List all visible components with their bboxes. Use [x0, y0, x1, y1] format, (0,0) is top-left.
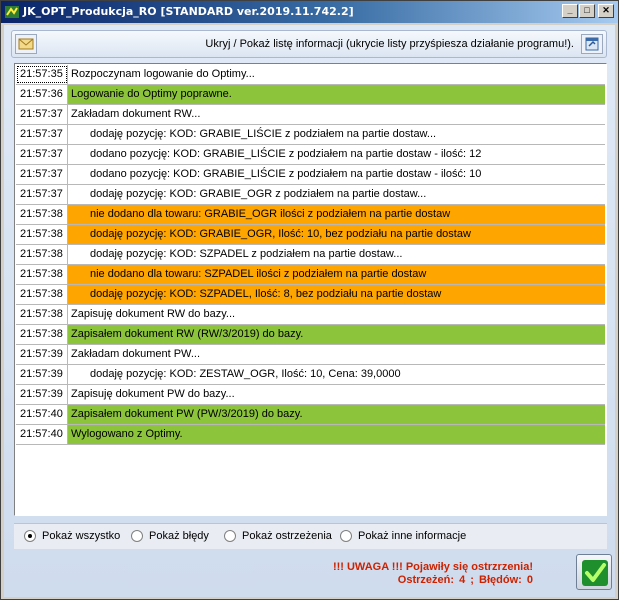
- filter-label: Pokaż ostrzeżenia: [242, 530, 332, 542]
- warnings-label: Ostrzeżeń:: [397, 574, 455, 586]
- log-message: dodaję pozycję: KOD: SZPADEL, Ilość: 8, …: [68, 285, 605, 304]
- radio-icon[interactable]: [224, 530, 236, 542]
- log-message: dodaję pozycję: KOD: SZPADEL z podziałem…: [68, 245, 605, 264]
- log-row[interactable]: 21:57:38 dodaję pozycję: KOD: SZPADEL, Il…: [16, 285, 605, 305]
- radio-icon[interactable]: [340, 530, 352, 542]
- errors-count: 0: [526, 574, 533, 586]
- log-message: dodaję pozycję: KOD: ZESTAW_OGR, Ilość: …: [68, 365, 605, 384]
- log-time: 21:57:37: [16, 185, 68, 204]
- log-row[interactable]: 21:57:37 dodaję pozycję: KOD: GRABIE_LIŚC…: [16, 125, 605, 145]
- log-time: 21:57:39: [16, 345, 68, 364]
- log-row[interactable]: 21:57:38 Zapisałem dokument RW (RW/3/2019…: [16, 325, 605, 345]
- log-message: Zapisałem dokument RW (RW/3/2019) do baz…: [68, 325, 605, 344]
- log-message: dodaję pozycję: KOD: GRABIE_OGR, Ilość: …: [68, 225, 605, 244]
- warnings-count: 4: [459, 574, 466, 586]
- envelope-icon[interactable]: [15, 34, 37, 54]
- log-time: 21:57:39: [16, 385, 68, 404]
- log-time: 21:57:35: [16, 65, 68, 84]
- log-message: Zapisałem dokument PW (PW/3/2019) do baz…: [68, 405, 605, 424]
- log-message: Zakładam dokument PW...: [68, 345, 605, 364]
- log-row[interactable]: 21:57:37 dodano pozycję: KOD: GRABIE_LIŚC…: [16, 165, 605, 185]
- info-toolbar[interactable]: Ukryj / Pokaż listę informacji (ukrycie …: [11, 30, 607, 58]
- log-message: Rozpoczynam logowanie do Optimy...: [68, 65, 605, 84]
- log-row[interactable]: 21:57:39 Zakładam dokument PW...: [16, 345, 605, 365]
- log-message: Zapisuję dokument RW do bazy...: [68, 305, 605, 324]
- log-row[interactable]: 21:57:38 nie dodano dla towaru: SZPADEL i…: [16, 265, 605, 285]
- log-message: dodano pozycję: KOD: GRABIE_LIŚCIE z pod…: [68, 145, 605, 164]
- filter-show-errors[interactable]: Pokaż błędy: [131, 530, 209, 542]
- radio-icon[interactable]: [24, 530, 36, 542]
- log-row[interactable]: 21:57:36 Logowanie do Optimy poprawne.: [16, 85, 605, 105]
- log-row[interactable]: 21:57:35 Rozpoczynam logowanie do Optimy.…: [16, 65, 605, 85]
- log-rows: 21:57:35 Rozpoczynam logowanie do Optimy.…: [16, 65, 605, 445]
- log-time: 21:57:37: [16, 125, 68, 144]
- log-row[interactable]: 21:57:39 Zapisuję dokument PW do bazy...: [16, 385, 605, 405]
- log-row[interactable]: 21:57:40 Wylogowano z Optimy.: [16, 425, 605, 445]
- radio-icon[interactable]: [131, 530, 143, 542]
- minimize-button[interactable]: _: [562, 4, 578, 18]
- errors-label: Błędów:: [479, 574, 522, 586]
- toggle-info-label[interactable]: Ukryj / Pokaż listę informacji (ukrycie …: [205, 38, 574, 50]
- log-list[interactable]: 21:57:35 Rozpoczynam logowanie do Optimy.…: [14, 63, 607, 516]
- log-row[interactable]: 21:57:38 dodaję pozycję: KOD: GRABIE_OGR,…: [16, 225, 605, 245]
- filter-show-all[interactable]: Pokaż wszystko: [24, 530, 120, 542]
- checkmark-icon: [582, 560, 608, 586]
- log-time: 21:57:36: [16, 85, 68, 104]
- log-time: 21:57:38: [16, 325, 68, 344]
- summary-separator: ;: [470, 574, 474, 586]
- app-window: JK_OPT_Produkcja_RO [STANDARD ver.2019.1…: [0, 0, 619, 600]
- log-message: Zakładam dokument RW...: [68, 105, 605, 124]
- filter-bar: Pokaż wszystko Pokaż błędy Pokaż ostrzeż…: [14, 523, 607, 549]
- log-row[interactable]: 21:57:38 nie dodano dla towaru: GRABIE_OG…: [16, 205, 605, 225]
- warning-message: !!! UWAGA !!! Pojawiły się ostrzrzenia!: [332, 561, 533, 573]
- log-time: 21:57:38: [16, 305, 68, 324]
- warning-summary: Ostrzeżeń: 4 ; Błędów: 0: [396, 574, 533, 586]
- log-time: 21:57:37: [16, 165, 68, 184]
- log-time: 21:57:38: [16, 285, 68, 304]
- log-row[interactable]: 21:57:37 Zakładam dokument RW...: [16, 105, 605, 125]
- filter-label: Pokaż wszystko: [42, 530, 121, 542]
- filter-show-other[interactable]: Pokaż inne informacje: [340, 530, 466, 542]
- log-time: 21:57:38: [16, 205, 68, 224]
- log-row[interactable]: 21:57:37 dodaję pozycję: KOD: GRABIE_OGR …: [16, 185, 605, 205]
- app-icon: [5, 6, 19, 18]
- log-message: Logowanie do Optimy poprawne.: [68, 85, 605, 104]
- log-row[interactable]: 21:57:38 dodaję pozycję: KOD: SZPADEL z p…: [16, 245, 605, 265]
- client-area: Ukryj / Pokaż listę informacji (ukrycie …: [4, 25, 615, 597]
- ok-button[interactable]: [576, 554, 612, 590]
- log-message: Wylogowano z Optimy.: [68, 425, 605, 444]
- log-time: 21:57:38: [16, 265, 68, 284]
- maximize-button[interactable]: □: [579, 4, 595, 18]
- log-message: Zapisuję dokument PW do bazy...: [68, 385, 605, 404]
- filter-show-warnings[interactable]: Pokaż ostrzeżenia: [224, 530, 332, 542]
- log-message: dodano pozycję: KOD: GRABIE_LIŚCIE z pod…: [68, 165, 605, 184]
- window-title: JK_OPT_Produkcja_RO [STANDARD ver.2019.1…: [23, 5, 354, 18]
- log-message: nie dodano dla towaru: SZPADEL ilości z …: [68, 265, 605, 284]
- log-message: dodaję pozycję: KOD: GRABIE_OGR z podzia…: [68, 185, 605, 204]
- title-bar[interactable]: JK_OPT_Produkcja_RO [STANDARD ver.2019.1…: [1, 1, 618, 23]
- log-time: 21:57:38: [16, 225, 68, 244]
- close-button[interactable]: ✕: [598, 4, 614, 18]
- log-row[interactable]: 21:57:37 dodano pozycję: KOD: GRABIE_LIŚC…: [16, 145, 605, 165]
- log-message: dodaję pozycję: KOD: GRABIE_LIŚCIE z pod…: [68, 125, 605, 144]
- log-time: 21:57:38: [16, 245, 68, 264]
- info-window-icon[interactable]: [581, 34, 603, 54]
- filter-label: Pokaż inne informacje: [358, 530, 467, 542]
- log-time: 21:57:37: [16, 105, 68, 124]
- log-row[interactable]: 21:57:40 Zapisałem dokument PW (PW/3/2019…: [16, 405, 605, 425]
- log-time: 21:57:40: [16, 425, 68, 444]
- log-row[interactable]: 21:57:38 Zapisuję dokument RW do bazy...: [16, 305, 605, 325]
- log-row[interactable]: 21:57:39 dodaję pozycję: KOD: ZESTAW_OGR,…: [16, 365, 605, 385]
- log-message: nie dodano dla towaru: GRABIE_OGR ilości…: [68, 205, 605, 224]
- filter-label: Pokaż błędy: [149, 530, 209, 542]
- log-time: 21:57:40: [16, 405, 68, 424]
- log-time: 21:57:37: [16, 145, 68, 164]
- log-time: 21:57:39: [16, 365, 68, 384]
